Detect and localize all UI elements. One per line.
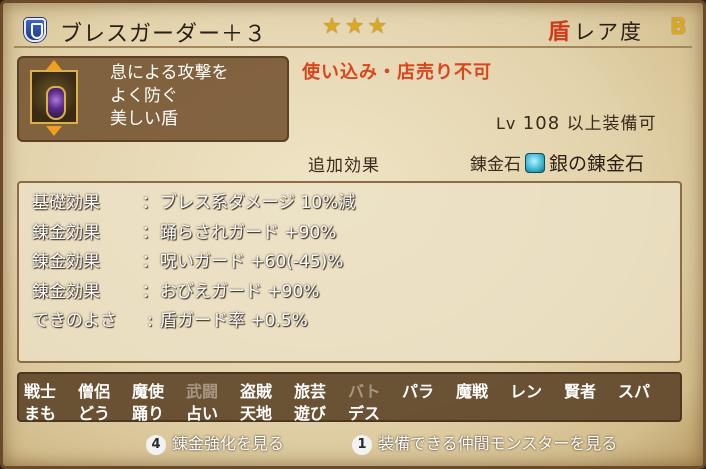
description-line: 美しい盾	[110, 109, 178, 129]
effect-row: 基礎効果 ：ブレス系ダメージ 10%減	[32, 188, 355, 213]
item-description: 息による攻撃を よく防ぐ 美しい盾	[110, 62, 286, 131]
vocation-sage: 賢者	[564, 382, 597, 401]
effect-separator: ：	[141, 193, 159, 213]
vocation-gadabout: 遊び	[294, 404, 327, 423]
effect-row: できのよさ: 盾ガード率 +0.5%	[32, 306, 308, 331]
breath-guarder-shield-icon	[46, 86, 66, 120]
alchemy-stone-info: 錬金石 銀の錬金石	[470, 149, 644, 176]
item-icon-frame	[30, 70, 78, 124]
vocation-minstrel: 旅芸	[294, 382, 327, 401]
vocation-druid: 天地	[240, 404, 273, 423]
description-line: よく防ぐ	[110, 86, 178, 106]
restriction-text: 使い込み・店売り不可	[302, 62, 492, 83]
effect-value: ブレス系ダメージ 10%減	[160, 193, 356, 213]
button-1-icon: 1	[352, 435, 372, 455]
effect-row: 錬金効果 ：呪いガード +60(-45)%	[32, 247, 343, 272]
vocation-fortune-teller: 占い	[186, 404, 219, 423]
vocation-battle-master: バト	[348, 382, 381, 401]
vocation-ranger: レン	[510, 382, 543, 401]
vocation-death-master: デス	[348, 404, 381, 423]
description-line: 息による攻撃を	[110, 63, 229, 83]
alchemy-stone-label: 錬金石	[470, 155, 521, 175]
effect-value: 盾ガード率 +0.5%	[160, 311, 308, 331]
item-icon-selector[interactable]	[24, 60, 84, 138]
arrow-down-icon[interactable]	[46, 126, 62, 136]
arrow-up-icon[interactable]	[46, 60, 62, 70]
level-requirement: Lv 108 以上装備可	[496, 109, 657, 134]
vocation-superstar: スパ	[618, 382, 651, 401]
level-suffix: 以上装備可	[566, 114, 657, 134]
silver-alchemy-stone-icon	[525, 153, 545, 173]
vocation-warrior: 戦士	[24, 382, 57, 401]
vocation-paladin: パラ	[402, 382, 435, 401]
vocation-dancer: 踊り	[132, 404, 165, 423]
vocation-row-1: 戦士 僧侶 魔使 武闘 盗賊 旅芸 バト パラ 魔戦 レン 賢者 スパ	[24, 378, 672, 402]
effect-value: 踊らされガード +90%	[160, 223, 337, 243]
effect-separator: ：	[141, 252, 159, 272]
effect-row: 錬金効果 ：おびえガード +90%	[32, 277, 319, 302]
vocation-martial-artist: 武闘	[186, 382, 219, 401]
effect-value: 呪いガード +60(-45)%	[160, 252, 344, 272]
effect-separator: ：	[141, 282, 159, 302]
item-name: ブレスガーダー＋３	[60, 22, 268, 47]
effect-label: 錬金効果	[32, 282, 100, 302]
effect-label: 基礎効果	[32, 193, 100, 213]
star-rating: ★★★	[322, 14, 391, 39]
vocation-priest: 僧侶	[78, 382, 111, 401]
level-prefix: Lv	[496, 114, 517, 133]
level-value: 108	[522, 113, 561, 134]
vocation-monster-master: まも	[24, 404, 57, 423]
shield-type-icon: 盾	[548, 20, 571, 45]
rarity-value: B	[670, 15, 687, 40]
item-header: ブレスガーダー＋３ ★★★ 盾 レア度 B	[14, 10, 692, 48]
rarity-label: レア度	[574, 20, 643, 44]
view-companion-monsters-button[interactable]: 1 装備できる仲間モンスターを見る	[352, 430, 617, 455]
vocation-row-2: まも どう 踊り 占い 天地 遊び デス	[24, 400, 402, 424]
effect-label: できのよさ	[32, 311, 117, 331]
effect-separator: :	[147, 311, 153, 331]
effect-label: 錬金効果	[32, 223, 100, 243]
view-alchemy-enhance-label: 錬金強化を見る	[172, 434, 285, 453]
effect-separator: ：	[141, 223, 159, 243]
button-4-icon: 4	[146, 435, 166, 455]
additional-effects-label: 追加効果	[308, 156, 380, 176]
vocation-magic-warrior: 魔戦	[456, 382, 489, 401]
vocation-tool-user: どう	[78, 404, 111, 423]
vocation-mage: 魔使	[132, 382, 165, 401]
effect-row: 錬金効果 ：踊らされガード +90%	[32, 218, 336, 243]
vocation-thief: 盗賊	[240, 382, 273, 401]
shield-category-icon	[24, 18, 46, 42]
effect-value: おびえガード +90%	[160, 282, 320, 302]
alchemy-stone-name: 銀の錬金石	[549, 153, 645, 175]
view-companion-monsters-label: 装備できる仲間モンスターを見る	[378, 434, 618, 453]
view-alchemy-enhance-button[interactable]: 4 錬金強化を見る	[146, 430, 284, 455]
effect-label: 錬金効果	[32, 252, 100, 272]
